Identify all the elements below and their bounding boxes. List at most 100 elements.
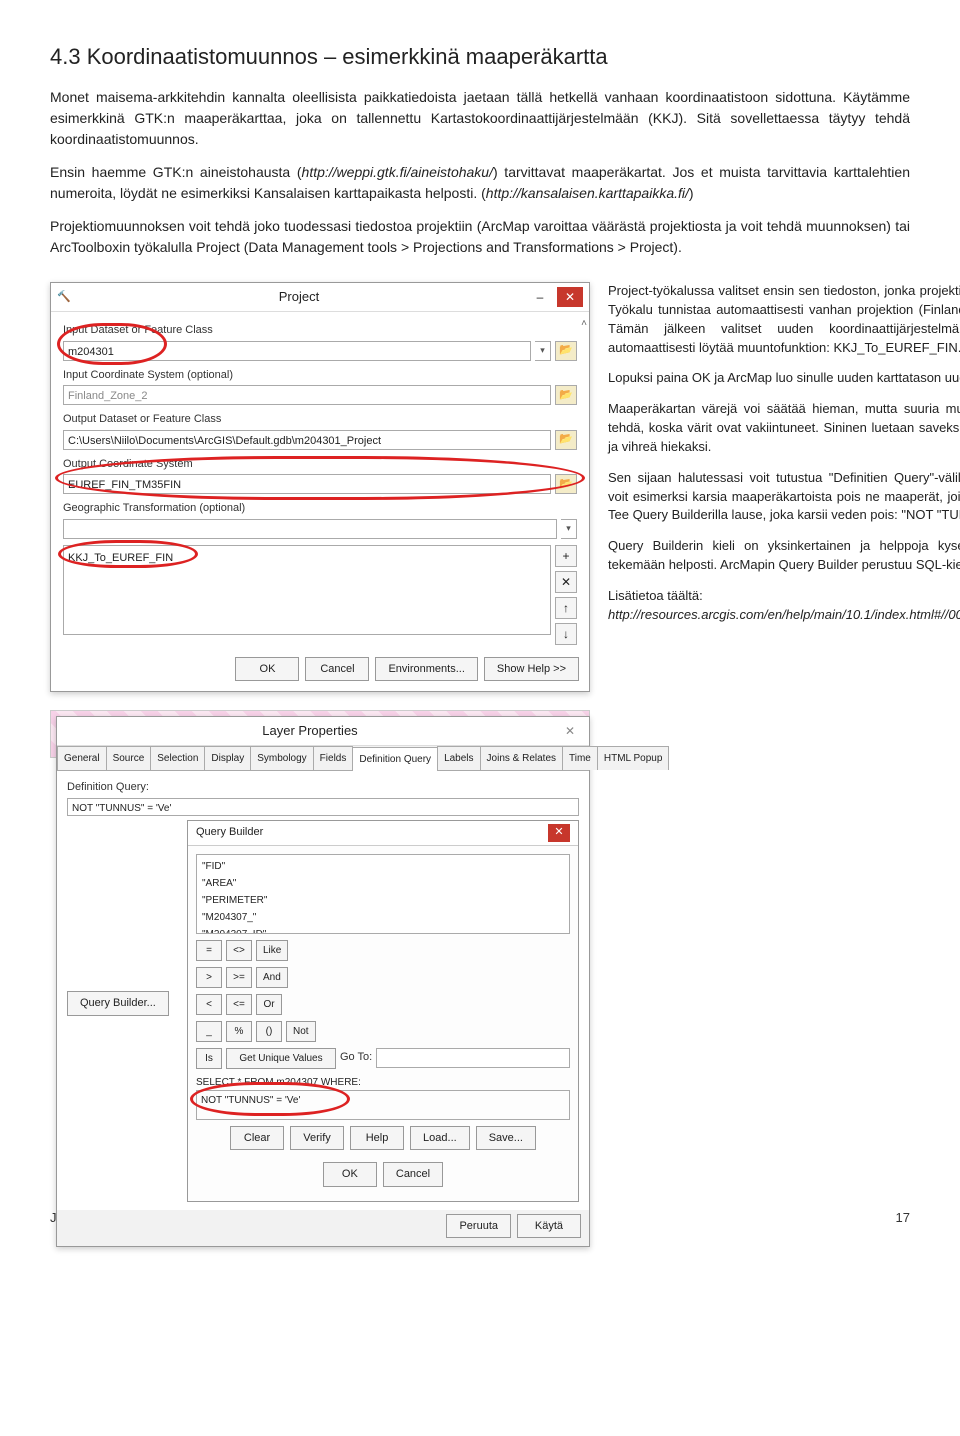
op-not[interactable]: Not <box>286 1021 316 1042</box>
input-cs-label: Input Coordinate System (optional) <box>63 367 577 384</box>
move-up-button[interactable]: ↑ <box>555 597 577 619</box>
output-cs-field[interactable]: EUREF_FIN_TM35FIN <box>63 474 551 494</box>
show-help-button[interactable]: Show Help >> <box>484 657 579 682</box>
cancel-button[interactable]: Cancel <box>305 657 369 682</box>
side-p3: Maaperäkartan värejä voi säätää hieman, … <box>608 400 960 457</box>
goto-field[interactable] <box>376 1048 570 1068</box>
tab-html-popup[interactable]: HTML Popup <box>597 746 670 770</box>
load-button[interactable]: Load... <box>410 1126 470 1151</box>
side-p1: Project-työkalussa valitset ensin sen ti… <box>608 282 960 357</box>
input-cs-field: Finland_Zone_2 <box>63 385 551 405</box>
browse-button[interactable]: 📂 <box>555 430 577 450</box>
op-eq[interactable]: = <box>196 940 222 961</box>
side-text: Project-työkalussa valitset ensin sen ti… <box>608 282 960 1178</box>
dialog-titlebar: 🔨 Project – ✕ <box>51 283 589 312</box>
link-1: http://weppi.gtk.fi/aineistohaku/ <box>302 164 493 180</box>
op-or[interactable]: Or <box>256 994 282 1015</box>
where-clause-field[interactable]: NOT "TUNNUS" = 'Ve' <box>196 1090 570 1120</box>
definition-query-label: Definition Query: <box>67 779 579 796</box>
page-number: 17 <box>896 1208 910 1228</box>
dialog-titlebar: Layer Properties ✕ <box>57 717 589 746</box>
op-paren[interactable]: () <box>256 1021 282 1042</box>
geo-transform-field[interactable] <box>63 519 557 539</box>
move-down-button[interactable]: ↓ <box>555 623 577 645</box>
op-is[interactable]: Is <box>196 1048 222 1069</box>
dialog-title-text: Project <box>71 287 527 307</box>
transformation-item[interactable]: KKJ_To_EUREF_FIN <box>68 550 546 567</box>
op-neq[interactable]: <> <box>226 940 252 961</box>
layer-properties-dialog: Layer Properties ✕ General Source Select… <box>56 716 590 1247</box>
tab-selection[interactable]: Selection <box>150 746 205 770</box>
input-dataset-field[interactable]: m204301 <box>63 341 531 361</box>
op-lt[interactable]: < <box>196 994 222 1015</box>
section-heading: 4.3 Koordinaatistomuunnos – esimerkkinä … <box>50 40 910 73</box>
main-text: 4.3 Koordinaatistomuunnos – esimerkkinä … <box>50 40 910 258</box>
tool-icon: 🔨 <box>57 289 71 306</box>
query-builder-button[interactable]: Query Builder... <box>67 991 169 1016</box>
dropdown-icon[interactable]: ▾ <box>561 519 577 539</box>
verify-button[interactable]: Verify <box>290 1126 344 1151</box>
definition-query-field[interactable]: NOT "TUNNUS" = 'Ve' <box>67 798 579 816</box>
clear-button[interactable]: Clear <box>230 1126 284 1151</box>
paragraph-1: Monet maisema-arkkitehdin kannalta oleel… <box>50 87 910 150</box>
select-from-label: SELECT * FROM m204307 WHERE: <box>196 1075 570 1090</box>
close-button[interactable]: ✕ <box>557 721 583 741</box>
side-p4: Sen sijaan halutessasi voit tutustua "De… <box>608 469 960 526</box>
transformation-listbox[interactable]: KKJ_To_EUREF_FIN <box>63 545 551 635</box>
op-lte[interactable]: <= <box>226 994 252 1015</box>
input-dataset-label: Input Dataset or Feature Class <box>63 322 577 339</box>
peruuta-button[interactable]: Peruuta <box>446 1214 511 1239</box>
op-percent[interactable]: % <box>226 1021 252 1042</box>
minimize-button[interactable]: – <box>527 287 553 307</box>
tab-source[interactable]: Source <box>106 746 152 770</box>
browse-button[interactable]: 📂 <box>555 474 577 494</box>
browse-button[interactable]: 📂 <box>555 385 577 405</box>
query-builder-title: Query Builder <box>196 824 263 841</box>
help-button[interactable]: Help <box>350 1126 404 1151</box>
paragraph-3: Projektiomuunnoksen voit tehdä joko tuod… <box>50 216 910 258</box>
side-p6: Lisätietoa täältä: http://resources.arcg… <box>608 587 960 625</box>
tab-symbology[interactable]: Symbology <box>250 746 313 770</box>
goto-label: Go To: <box>340 1049 372 1066</box>
tab-display[interactable]: Display <box>204 746 251 770</box>
op-and[interactable]: And <box>256 967 288 988</box>
dialog-title-text: Layer Properties <box>63 721 557 741</box>
browse-button[interactable]: 📂 <box>555 341 577 361</box>
geo-transform-label: Geographic Transformation (optional) <box>63 500 577 517</box>
tab-definition-query[interactable]: Definition Query <box>352 747 438 771</box>
operator-buttons: = <> Like <box>196 940 570 961</box>
ok-button[interactable]: OK <box>235 657 299 682</box>
op-underscore[interactable]: _ <box>196 1021 222 1042</box>
dropdown-icon[interactable]: ▾ <box>535 341 551 361</box>
side-p2: Lopuksi paina OK ja ArcMap luo sinulle u… <box>608 369 960 388</box>
add-button[interactable]: + <box>555 545 577 567</box>
output-cs-label: Output Coordinate System <box>63 456 577 473</box>
paragraph-2: Ensin haemme GTK:n aineistohausta (http:… <box>50 162 910 204</box>
project-dialog: 🔨 Project – ✕ ˄ Input Dataset or Feature… <box>50 282 590 692</box>
link-2: http://kansalaisen.karttapaikka.fi/ <box>486 185 689 201</box>
output-dataset-field[interactable]: C:\Users\Niilo\Documents\ArcGIS\Default.… <box>63 430 551 450</box>
op-gt[interactable]: > <box>196 967 222 988</box>
ok-button[interactable]: OK <box>323 1162 377 1187</box>
query-builder-dialog: Query Builder ✕ "FID" "AREA" "PERIMETER"… <box>187 820 579 1202</box>
tab-general[interactable]: General <box>57 746 107 770</box>
cancel-button[interactable]: Cancel <box>383 1162 443 1187</box>
kayta-button[interactable]: Käytä <box>517 1214 581 1239</box>
side-p5: Query Builderin kieli on yksinkertainen … <box>608 537 960 575</box>
op-like[interactable]: Like <box>256 940 288 961</box>
save-button[interactable]: Save... <box>476 1126 536 1151</box>
remove-button[interactable]: ✕ <box>555 571 577 593</box>
close-button[interactable]: ✕ <box>548 824 570 842</box>
tab-joins[interactable]: Joins & Relates <box>480 746 563 770</box>
get-unique-values-button[interactable]: Get Unique Values <box>226 1048 336 1069</box>
close-button[interactable]: ✕ <box>557 287 583 307</box>
scroll-up-icon[interactable]: ˄ <box>581 316 587 331</box>
environments-button[interactable]: Environments... <box>375 657 477 682</box>
op-gte[interactable]: >= <box>226 967 252 988</box>
output-dataset-label: Output Dataset or Feature Class <box>63 411 577 428</box>
field-list[interactable]: "FID" "AREA" "PERIMETER" "M204307_" "M20… <box>196 854 570 934</box>
tab-time[interactable]: Time <box>562 746 598 770</box>
tab-fields[interactable]: Fields <box>313 746 354 770</box>
tab-labels[interactable]: Labels <box>437 746 480 770</box>
tab-bar: General Source Selection Display Symbolo… <box>57 746 589 771</box>
